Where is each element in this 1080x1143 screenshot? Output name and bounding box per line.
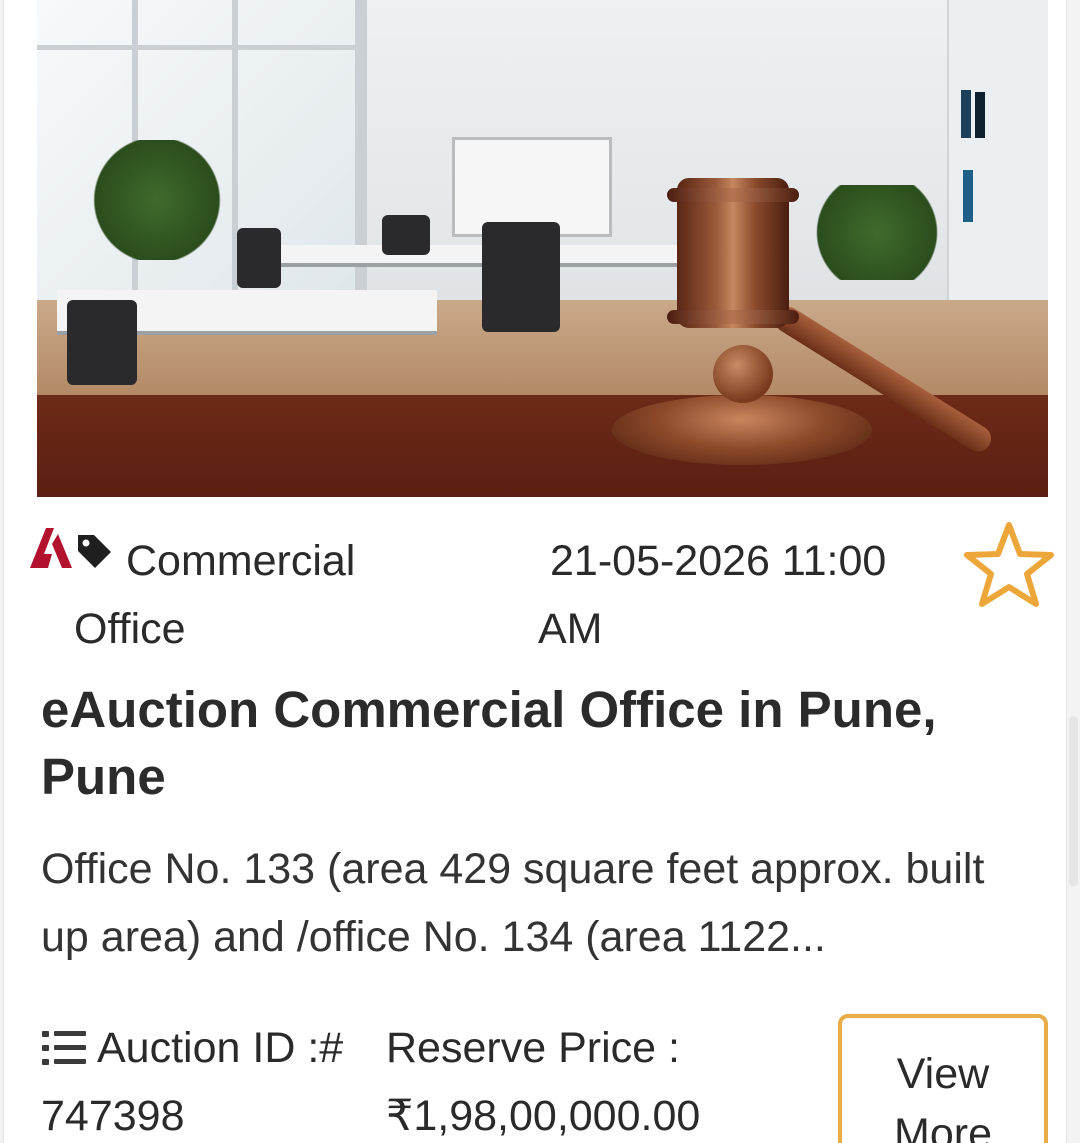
image-plant — [807, 185, 947, 280]
auction-id-value: 747398 — [41, 1092, 185, 1140]
image-book — [963, 170, 973, 222]
auction-id: Auction ID :# 747398 — [41, 1014, 371, 1143]
image-book — [975, 92, 985, 138]
image-chair — [382, 215, 430, 255]
image-plant — [92, 140, 222, 260]
gavel-knob — [713, 345, 773, 403]
image-chair — [67, 300, 137, 385]
brand-logo-icon — [30, 528, 72, 568]
gavel-ring — [667, 310, 799, 324]
reserve-price-label: Reserve Price : — [386, 1024, 680, 1072]
property-image[interactable] — [37, 0, 1048, 497]
auction-datetime: 21-05-2026 11:00 AM — [538, 537, 887, 653]
scrollbar-thumb[interactable] — [1069, 716, 1078, 886]
image-chair — [237, 228, 281, 288]
reserve-price-value: ₹1,98,00,000.00 — [386, 1092, 701, 1140]
image-shelf — [947, 0, 1048, 300]
image-chair — [482, 222, 560, 332]
auction-id-label: Auction ID :# — [97, 1024, 344, 1072]
listing-card[interactable]: Commercial Office 21-05-2026 11:00 AM eA… — [3, 0, 1067, 1143]
view-more-button[interactable]: View More — [838, 1014, 1048, 1143]
gavel-ring — [667, 188, 799, 202]
image-book — [961, 90, 971, 138]
listing-title[interactable]: eAuction Commercial Office in Pune, Pune — [41, 676, 1031, 810]
listing-description: Office No. 133 (area 429 square feet app… — [41, 845, 985, 961]
image-table-surface — [37, 395, 1048, 497]
star-outline-icon[interactable] — [960, 518, 1058, 612]
image-mullion — [37, 45, 367, 50]
property-category: Commercial Office — [74, 537, 356, 653]
gavel-base — [612, 395, 872, 465]
reserve-price: Reserve Price : ₹1,98,00,000.00 — [386, 1014, 806, 1143]
